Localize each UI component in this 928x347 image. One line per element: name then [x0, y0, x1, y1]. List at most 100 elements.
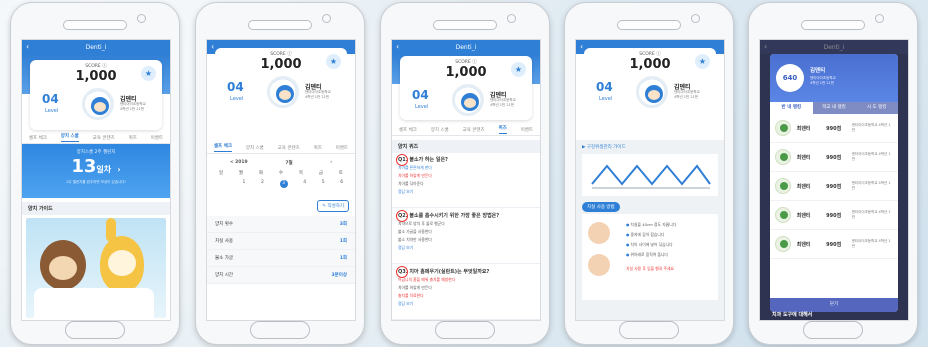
avatar	[452, 84, 484, 116]
floss-title: 치실 사용 방법	[582, 202, 620, 212]
user-school: 덴티아이초등학교 4학년 1반 21번	[674, 90, 700, 99]
guide-illustration[interactable]	[26, 218, 166, 318]
ranking-row[interactable]: 최덴티 990점 덴티아이초등학교 4학년 1반	[770, 201, 898, 230]
tab-quiz[interactable]: 퀴즈	[129, 135, 137, 141]
home-button[interactable]	[250, 321, 310, 339]
tab-education[interactable]: 교육 콘텐츠	[93, 135, 115, 141]
date-cell-today[interactable]: 3	[279, 180, 288, 188]
camera	[322, 14, 331, 23]
brand-title: Denti_i	[455, 43, 477, 51]
step-item: ● 치실을 40cm 정도 자릅니다	[626, 222, 677, 227]
date-cell[interactable]	[219, 180, 227, 188]
medal-icon[interactable]: ★	[511, 62, 526, 77]
weekday: 목	[298, 171, 304, 176]
stat-row: 치실 사용 1회	[207, 233, 355, 250]
my-school: 덴티아이초등학교 4학년 1반 21번	[810, 76, 836, 85]
tab-self-check[interactable]: 셀프 체크	[399, 127, 417, 133]
medal-icon[interactable]: ★	[141, 66, 156, 81]
tab-school[interactable]: 양치 스쿨	[246, 145, 264, 151]
guide-caption: ▶ 구강위생관리 가이드	[582, 145, 626, 150]
tab-class-rank[interactable]: 반 내 랭킹	[770, 102, 813, 114]
avatar	[775, 236, 791, 252]
tab-quiz[interactable]: 퀴즈	[498, 125, 507, 134]
date-cell[interactable]: 4	[303, 180, 306, 188]
my-score: 640	[776, 64, 804, 92]
tab-school-rank[interactable]: 학교 내 랭킹	[813, 102, 856, 114]
date-cell[interactable]: 1	[242, 180, 245, 188]
quiz-item[interactable]: Q2. 불소를 흡수시키기 위한 가장 좋은 방법은? 치약으로 양치 후 물로…	[392, 208, 540, 264]
close-button[interactable]: 닫기	[770, 298, 898, 312]
option[interactable]: 치아를 닦아준다	[398, 181, 534, 187]
next-month-icon[interactable]: ›	[330, 160, 332, 166]
option[interactable]: 치아를 하얗게 만든다	[398, 285, 534, 291]
step-item: ● 위아래로 움직여 줍니다	[626, 252, 668, 257]
avatar	[775, 207, 791, 223]
date-cell[interactable]: 5	[322, 180, 325, 188]
tab-event[interactable]: 이벤트	[336, 145, 348, 151]
back-icon[interactable]: ‹	[26, 43, 29, 51]
teeth-svg	[591, 164, 711, 189]
speaker	[63, 20, 127, 30]
home-button[interactable]	[65, 321, 125, 339]
ranking-row[interactable]: 최덴티 990점 덴티아이초등학교 4학년 1반	[770, 172, 898, 201]
tab-bar: 셀프 체크 양치 스쿨 교육 콘텐츠 퀴즈 이벤트	[22, 132, 170, 144]
date-cell[interactable]: 2	[261, 180, 264, 188]
tab-self-check[interactable]: 셀프 체크	[29, 135, 47, 141]
quiz-list: Q1. 불소가 하는 일은? 치아를 튼튼하게 한다 치아를 하얗게 만든다 치…	[392, 152, 540, 320]
tab-city-rank[interactable]: 시 도 랭킹	[855, 102, 898, 114]
camera	[137, 14, 146, 23]
user-school: 덴티아이초등학교 4학년 1반 21번	[120, 102, 146, 111]
camera	[875, 14, 884, 23]
avatar	[775, 178, 791, 194]
home-button[interactable]	[435, 321, 495, 339]
ranking-row[interactable]: 최덴티 990점 덴티아이초등학교 4학년 1반	[770, 114, 898, 143]
user-school: 덴티아이초등학교 4학년 1반 21번	[305, 90, 331, 99]
level-label: Level	[599, 96, 613, 102]
tab-education[interactable]: 교육 콘텐츠	[278, 145, 300, 151]
option[interactable]: 어금니의 홈을 메워 충치를 예방한다	[398, 277, 534, 283]
coat-shape	[34, 288, 154, 318]
tab-quiz[interactable]: 퀴즈	[314, 145, 322, 151]
camera	[507, 14, 516, 23]
medal-icon[interactable]: ★	[695, 54, 710, 69]
ranking-row[interactable]: 최덴티 990점 덴티아이초등학교 4학년 1반	[770, 230, 898, 259]
profile-card: SCORE ⓘ 1,000 ★ 04 Level 김덴티 덴티아이초등학교 4학년…	[215, 48, 347, 118]
option[interactable]: 치아를 하얗게 만든다	[398, 173, 534, 179]
home-button[interactable]	[803, 321, 863, 339]
screen-ranking: ‹ Denti_i 640 김덴티 덴티아이초등학교4학년 1반 21번 반 내…	[759, 39, 909, 321]
option[interactable]: 불소 가글을 사용한다	[398, 229, 534, 235]
quiz-item[interactable]: Q1. 불소가 하는 일은? 치아를 튼튼하게 한다 치아를 하얗게 만든다 치…	[392, 152, 540, 208]
tab-self-check[interactable]: 셀프 체크	[213, 143, 233, 152]
level-value: 04	[412, 88, 429, 102]
speaker	[801, 20, 865, 30]
back-icon[interactable]: ‹	[396, 43, 399, 51]
answer-link[interactable]: 정답 보기	[398, 301, 534, 307]
option[interactable]: 충치를 치료한다	[398, 293, 534, 299]
weekday: 화	[258, 171, 264, 176]
guide-title: 양치 가이드	[22, 202, 170, 215]
write-button[interactable]: ✎ 작성하기	[317, 200, 349, 212]
answer-link[interactable]: 정답 보기	[398, 189, 534, 195]
top-bar: ‹ Denti_i	[22, 40, 170, 54]
option[interactable]: 불소 치약만 사용한다	[398, 237, 534, 243]
stat-row: 양치 횟수 3회	[207, 216, 355, 233]
year-selector[interactable]: < 2019	[230, 160, 248, 166]
tab-event[interactable]: 이벤트	[151, 135, 163, 141]
back-icon[interactable]: ‹	[580, 43, 583, 51]
tab-school[interactable]: 양치 스쿨	[60, 133, 79, 142]
screen-education: ‹ SCORE ⓘ 1,000 ★ 04 Level 김덴티 덴티아이초등학교 4…	[575, 39, 725, 321]
tab-event[interactable]: 이벤트	[521, 127, 533, 133]
ranking-row[interactable]: 최덴티 990점 덴티아이초등학교 4학년 1반	[770, 143, 898, 172]
option[interactable]: 치약으로 양치 후 물로 헹군다	[398, 221, 534, 227]
tab-school[interactable]: 양치 스쿨	[431, 127, 449, 133]
medal-icon[interactable]: ★	[326, 54, 341, 69]
tab-education[interactable]: 교육 콘텐츠	[463, 127, 485, 133]
date-cell[interactable]: 6	[340, 180, 343, 188]
home-button[interactable]	[619, 321, 679, 339]
option[interactable]: 치아를 튼튼하게 한다	[398, 165, 534, 171]
phone-5: ‹ Denti_i 640 김덴티 덴티아이초등학교4학년 1반 21번 반 내…	[748, 2, 918, 345]
quiz-item[interactable]: Q3. 치아 홈메우기(실란트)는 무엇일까요? 어금니의 홈을 메워 충치를 …	[392, 264, 540, 320]
answer-link[interactable]: 정답 보기	[398, 245, 534, 251]
weekday: 토	[338, 171, 344, 176]
back-icon[interactable]: ‹	[211, 43, 214, 51]
